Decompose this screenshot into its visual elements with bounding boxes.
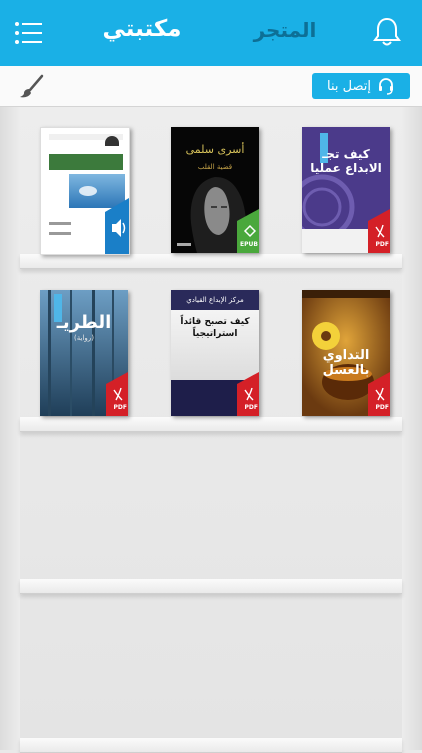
badge-label: PDF (375, 241, 389, 248)
book-cover[interactable]: أسرى سلمى قضية القلب EPUB (171, 127, 259, 253)
shelf-1 (20, 254, 402, 269)
hamburger-menu-icon[interactable] (14, 20, 44, 46)
headset-icon (378, 78, 393, 95)
badge-label: EPUB (240, 241, 258, 248)
pdf-badge: PDF (368, 372, 390, 416)
pdf-badge: PDF (237, 372, 259, 416)
book-subtitle: مركز الإبداع القيادي (186, 296, 244, 304)
badge-label: PDF (113, 404, 127, 411)
book-title: كيف تجـ الابداع عمليا (310, 147, 382, 175)
book-title: أسرى سلمى (185, 143, 245, 156)
book-title: الطريـ (56, 312, 112, 333)
badge-label: PDF (244, 404, 258, 411)
shelf-3 (20, 579, 402, 594)
contact-label: إتصل بنا (327, 78, 371, 94)
bookshelf-right-side (402, 107, 422, 750)
book-cover[interactable]: التداوي بالعسل PDF (302, 290, 390, 416)
book-cover[interactable]: مركز الإبداع القيادي كيف تصبح قائداً است… (171, 290, 259, 416)
paintbrush-icon[interactable] (18, 74, 44, 100)
tab-store[interactable]: المتجر (245, 18, 325, 42)
pdf-badge: PDF (368, 209, 390, 253)
contact-us-button[interactable]: إتصل بنا (312, 73, 410, 99)
tab-my-library[interactable]: مكتبتي (100, 16, 184, 42)
book-title: كيف تصبح قائداً استراتيجياً (180, 317, 250, 339)
book-cover[interactable]: كيف تجـ الابداع عمليا PDF (302, 127, 390, 253)
book-cover[interactable] (40, 127, 130, 255)
bell-icon[interactable] (370, 15, 404, 49)
book-subtitle: (رواية) (74, 334, 94, 342)
library-toolbar: إتصل بنا (0, 66, 422, 107)
shelf-4 (20, 738, 402, 753)
audio-badge (105, 198, 129, 254)
pdf-badge: PDF (106, 372, 128, 416)
shelf-2 (20, 417, 402, 432)
badge-label: PDF (375, 404, 389, 411)
book-subtitle: قضية القلب (197, 163, 233, 171)
epub-badge: EPUB (237, 209, 259, 253)
book-cover[interactable]: الطريـ (رواية) PDF (40, 290, 128, 416)
top-navigation-bar: المتجر مكتبتي (0, 0, 422, 66)
bookshelf-left-side (0, 107, 20, 750)
